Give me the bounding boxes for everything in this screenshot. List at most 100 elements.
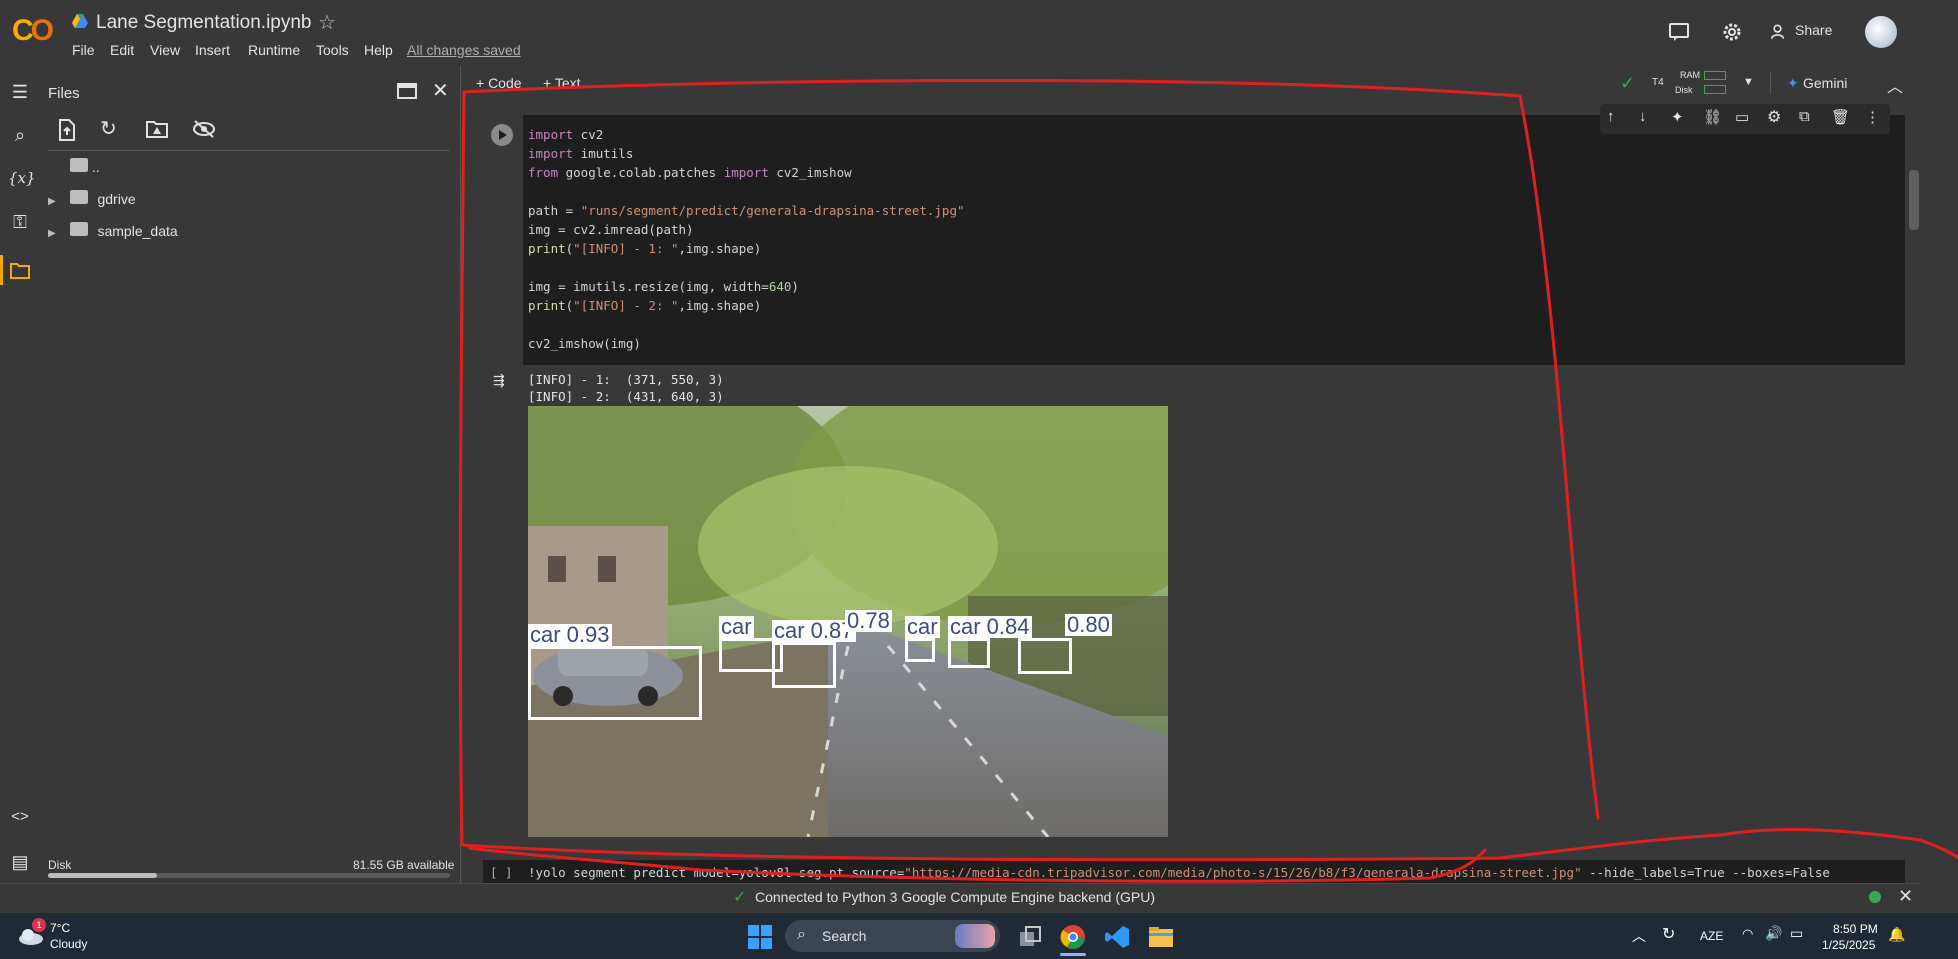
active-indicator bbox=[0, 255, 3, 285]
detection-box bbox=[528, 646, 702, 720]
settings-gear-icon[interactable]: ⚙ bbox=[1767, 107, 1781, 127]
drive-icon bbox=[72, 14, 88, 28]
disk-meter[interactable] bbox=[1704, 85, 1726, 94]
more-vert-icon[interactable]: ⋮ bbox=[1865, 108, 1880, 126]
menu-edit[interactable]: Edit bbox=[110, 42, 134, 58]
scrollbar-thumb[interactable] bbox=[1909, 170, 1919, 230]
colab-logo[interactable]: CO bbox=[12, 14, 54, 48]
notebook-title[interactable]: Lane Segmentation.ipynb bbox=[96, 12, 312, 34]
detection-label: 0.78 bbox=[845, 608, 892, 633]
share-button[interactable]: Share bbox=[1795, 22, 1832, 38]
panel-divider bbox=[48, 150, 450, 151]
cell-code-editor-2[interactable]: !yolo segment predict model=yolov8l-seg.… bbox=[528, 865, 1830, 880]
add-code-button[interactable]: + Code bbox=[476, 75, 522, 91]
gemini-sparkle-icon[interactable]: ✦ bbox=[1671, 108, 1684, 126]
close-panel-icon[interactable]: ✕ bbox=[432, 78, 449, 103]
file-item-gdrive[interactable]: ▶ gdrive bbox=[48, 190, 136, 207]
code-line: cv2_imshow(img) bbox=[528, 336, 641, 351]
detection-label: car bbox=[719, 614, 754, 639]
cell-gutter bbox=[483, 115, 523, 365]
chevron-down-icon[interactable]: ▼ bbox=[1743, 76, 1754, 88]
expand-arrow-icon[interactable]: ▶ bbox=[48, 196, 56, 207]
save-status-link[interactable]: All changes saved bbox=[407, 42, 521, 58]
link-icon[interactable]: ⛓ bbox=[1703, 108, 1722, 126]
open-in-tab-icon[interactable] bbox=[397, 82, 417, 100]
clock-time[interactable]: 8:50 PM bbox=[1833, 922, 1878, 936]
variables-icon[interactable]: {x} bbox=[8, 166, 36, 190]
settings-gear-icon[interactable] bbox=[1720, 20, 1744, 44]
file-item-sample-data[interactable]: ▶ sample_data bbox=[48, 222, 178, 239]
share-people-icon[interactable] bbox=[1770, 20, 1790, 44]
vscode-icon[interactable] bbox=[1104, 924, 1130, 950]
code-line: img = imutils.resize(img, width=640) bbox=[528, 279, 799, 294]
windows-start-icon[interactable] bbox=[747, 924, 773, 950]
close-status-icon[interactable]: ✕ bbox=[1898, 886, 1913, 907]
task-view-icon[interactable] bbox=[1017, 924, 1043, 950]
table-of-contents-icon[interactable]: ☰ bbox=[8, 80, 32, 104]
menu-tools[interactable]: Tools bbox=[316, 42, 349, 58]
terminal-icon[interactable]: ▤ bbox=[8, 850, 32, 874]
user-avatar[interactable] bbox=[1865, 16, 1897, 48]
sync-icon[interactable]: ↻ bbox=[1662, 924, 1675, 944]
search-icon[interactable]: ⌕ bbox=[8, 123, 32, 147]
menu-insert[interactable]: Insert bbox=[195, 42, 230, 58]
weather-condition[interactable]: Cloudy bbox=[50, 937, 87, 951]
mirror-cell-icon[interactable]: ⧉ bbox=[1799, 108, 1810, 125]
active-app-indicator bbox=[1060, 953, 1086, 956]
wifi-icon[interactable]: ◠ bbox=[1742, 926, 1753, 942]
battery-icon[interactable]: ▭ bbox=[1790, 925, 1803, 942]
chevron-up-icon[interactable]: ︿ bbox=[1887, 73, 1903, 97]
upload-file-icon[interactable] bbox=[57, 119, 77, 141]
secrets-key-icon[interactable]: ⚿ bbox=[8, 210, 32, 234]
cell-execution-count[interactable]: [ ] bbox=[490, 865, 513, 880]
show-hidden-icons-chevron[interactable]: ︿ bbox=[1632, 926, 1646, 946]
code-line: print("[INFO] - 2: ",img.shape) bbox=[528, 298, 762, 313]
menu-runtime[interactable]: Runtime bbox=[248, 42, 300, 58]
volume-icon[interactable]: 🔊 bbox=[1765, 925, 1782, 942]
code-line: img = cv2.imread(path) bbox=[528, 222, 694, 237]
comment-icon[interactable]: ▭ bbox=[1735, 108, 1749, 126]
search-highlight-icon[interactable] bbox=[955, 924, 995, 948]
detection-label: car 0.84 bbox=[948, 614, 1032, 639]
disk-available: 81.55 GB available bbox=[353, 858, 455, 872]
mount-drive-icon[interactable] bbox=[146, 120, 168, 138]
ram-meter[interactable] bbox=[1704, 71, 1726, 80]
star-icon[interactable]: ☆ bbox=[318, 10, 336, 35]
search-icon: ⌕ bbox=[797, 926, 806, 943]
input-language[interactable]: AZE bbox=[1700, 929, 1723, 943]
run-cell-button[interactable] bbox=[491, 124, 513, 146]
detection-label: car 0.87 bbox=[772, 618, 856, 643]
output-line: [INFO] - 2: (431, 640, 3) bbox=[528, 389, 724, 404]
move-down-icon[interactable]: ↓ bbox=[1639, 108, 1647, 125]
detection-box bbox=[948, 638, 990, 668]
code-snippets-icon[interactable]: <> bbox=[8, 805, 32, 829]
output-toggle-icon[interactable]: ⇶ bbox=[493, 372, 505, 389]
taskbar-search-label: Search bbox=[822, 928, 867, 944]
code-line: path = "runs/segment/predict/generala-dr… bbox=[528, 203, 965, 218]
weather-temperature[interactable]: 7°C bbox=[50, 921, 70, 935]
connected-check-icon[interactable]: ✓ bbox=[1620, 73, 1635, 94]
file-explorer-icon[interactable] bbox=[1148, 924, 1174, 950]
move-up-icon[interactable]: ↑ bbox=[1607, 108, 1615, 125]
delete-icon[interactable]: 🗑 bbox=[1831, 108, 1850, 126]
gemini-button[interactable]: Gemini bbox=[1803, 75, 1847, 91]
file-item-parent[interactable]: .. bbox=[70, 158, 100, 175]
code-line: from google.colab.patches import cv2_ims… bbox=[528, 165, 852, 180]
add-text-button[interactable]: + Text bbox=[543, 75, 581, 91]
menu-file[interactable]: File bbox=[72, 42, 95, 58]
menu-view[interactable]: View bbox=[150, 42, 180, 58]
folder-icon[interactable] bbox=[10, 260, 30, 280]
clock-date[interactable]: 1/25/2025 bbox=[1822, 938, 1875, 952]
chrome-icon[interactable] bbox=[1060, 924, 1086, 950]
hide-files-icon[interactable] bbox=[192, 120, 216, 138]
detection-label: car 0.93 bbox=[528, 622, 612, 647]
refresh-icon[interactable]: ↻ bbox=[100, 116, 117, 141]
notification-bell-icon[interactable]: 🔔 bbox=[1888, 926, 1905, 943]
menu-help[interactable]: Help bbox=[364, 42, 393, 58]
weather-badge: 1 bbox=[32, 918, 46, 932]
cell-code-editor[interactable]: import cv2 import imutils from google.cola… bbox=[528, 125, 965, 353]
comment-icon[interactable] bbox=[1667, 20, 1691, 44]
expand-arrow-icon[interactable]: ▶ bbox=[48, 228, 56, 239]
